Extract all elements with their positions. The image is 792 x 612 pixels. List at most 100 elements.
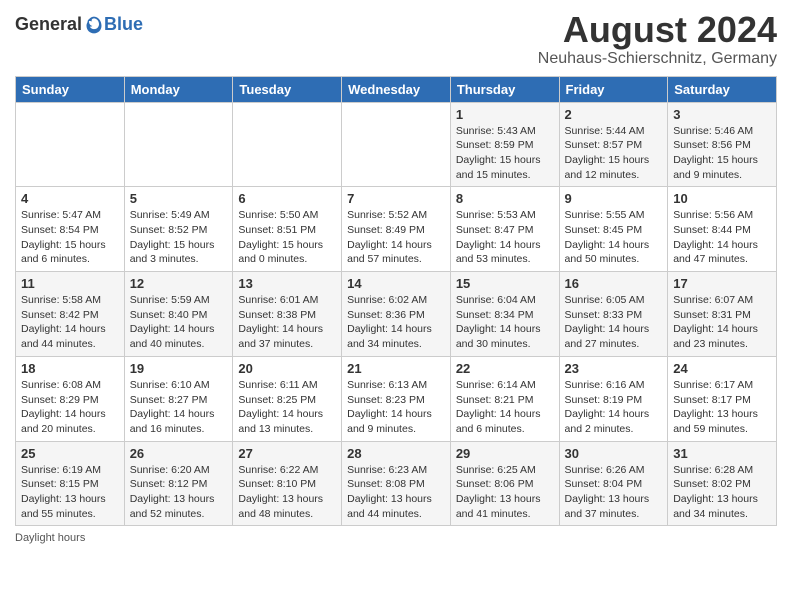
day-number: 22 — [456, 361, 554, 376]
calendar-week-row: 1 Sunrise: 5:43 AMSunset: 8:59 PMDaylight… — [16, 102, 777, 187]
day-info: Sunrise: 5:53 AMSunset: 8:47 PMDaylight:… — [456, 208, 554, 267]
calendar-cell: 27 Sunrise: 6:22 AMSunset: 8:10 PMDayligh… — [233, 441, 342, 526]
calendar-cell: 8 Sunrise: 5:53 AMSunset: 8:47 PMDaylight… — [450, 187, 559, 272]
calendar-cell — [124, 102, 233, 187]
day-info: Sunrise: 5:58 AMSunset: 8:42 PMDaylight:… — [21, 293, 119, 352]
footer-note: Daylight hours — [15, 532, 777, 544]
calendar-cell: 15 Sunrise: 6:04 AMSunset: 8:34 PMDayligh… — [450, 272, 559, 357]
day-info: Sunrise: 6:16 AMSunset: 8:19 PMDaylight:… — [565, 378, 663, 437]
day-number: 24 — [673, 361, 771, 376]
day-number: 27 — [238, 446, 336, 461]
day-number: 6 — [238, 191, 336, 206]
day-number: 13 — [238, 276, 336, 291]
calendar-cell: 19 Sunrise: 6:10 AMSunset: 8:27 PMDayligh… — [124, 356, 233, 441]
day-info: Sunrise: 6:13 AMSunset: 8:23 PMDaylight:… — [347, 378, 445, 437]
day-info: Sunrise: 5:56 AMSunset: 8:44 PMDaylight:… — [673, 208, 771, 267]
title-section: August 2024 Neuhaus-Schierschnitz, Germa… — [538, 10, 777, 68]
logo-blue-text: Blue — [104, 14, 143, 35]
day-info: Sunrise: 6:04 AMSunset: 8:34 PMDaylight:… — [456, 293, 554, 352]
calendar-cell — [233, 102, 342, 187]
calendar-cell: 1 Sunrise: 5:43 AMSunset: 8:59 PMDaylight… — [450, 102, 559, 187]
day-info: Sunrise: 6:19 AMSunset: 8:15 PMDaylight:… — [21, 463, 119, 522]
day-info: Sunrise: 6:17 AMSunset: 8:17 PMDaylight:… — [673, 378, 771, 437]
day-number: 9 — [565, 191, 663, 206]
calendar-cell: 26 Sunrise: 6:20 AMSunset: 8:12 PMDayligh… — [124, 441, 233, 526]
day-number: 30 — [565, 446, 663, 461]
logo-bird-icon — [84, 15, 104, 35]
calendar-cell: 13 Sunrise: 6:01 AMSunset: 8:38 PMDayligh… — [233, 272, 342, 357]
day-info: Sunrise: 6:11 AMSunset: 8:25 PMDaylight:… — [238, 378, 336, 437]
day-info: Sunrise: 5:52 AMSunset: 8:49 PMDaylight:… — [347, 208, 445, 267]
calendar-cell: 23Sunrise: 6:16 AMSunset: 8:19 PMDayligh… — [559, 356, 668, 441]
day-info: Sunrise: 5:50 AMSunset: 8:51 PMDaylight:… — [238, 208, 336, 267]
calendar-body: 1 Sunrise: 5:43 AMSunset: 8:59 PMDaylight… — [16, 102, 777, 526]
calendar-cell: 22Sunrise: 6:14 AMSunset: 8:21 PMDayligh… — [450, 356, 559, 441]
day-number: 8 — [456, 191, 554, 206]
calendar-cell: 10 Sunrise: 5:56 AMSunset: 8:44 PMDayligh… — [668, 187, 777, 272]
calendar-week-row: 11Sunrise: 5:58 AMSunset: 8:42 PMDayligh… — [16, 272, 777, 357]
day-info: Sunrise: 6:05 AMSunset: 8:33 PMDaylight:… — [565, 293, 663, 352]
day-info: Sunrise: 6:07 AMSunset: 8:31 PMDaylight:… — [673, 293, 771, 352]
day-info: Sunrise: 6:02 AMSunset: 8:36 PMDaylight:… — [347, 293, 445, 352]
calendar-cell: 5 Sunrise: 5:49 AMSunset: 8:52 PMDaylight… — [124, 187, 233, 272]
calendar-cell: 9 Sunrise: 5:55 AMSunset: 8:45 PMDaylight… — [559, 187, 668, 272]
calendar-day-header: Sunday — [16, 76, 125, 102]
day-number: 5 — [130, 191, 228, 206]
day-info: Sunrise: 6:20 AMSunset: 8:12 PMDaylight:… — [130, 463, 228, 522]
calendar-cell: 4Sunrise: 5:47 AMSunset: 8:54 PMDaylight… — [16, 187, 125, 272]
day-number: 17 — [673, 276, 771, 291]
calendar-day-header: Monday — [124, 76, 233, 102]
day-number: 26 — [130, 446, 228, 461]
logo-general-text: General — [15, 14, 82, 35]
day-number: 19 — [130, 361, 228, 376]
day-number: 2 — [565, 107, 663, 122]
calendar-cell: 7 Sunrise: 5:52 AMSunset: 8:49 PMDaylight… — [342, 187, 451, 272]
calendar-cell: 6 Sunrise: 5:50 AMSunset: 8:51 PMDaylight… — [233, 187, 342, 272]
calendar-cell: 18 Sunrise: 6:08 AMSunset: 8:29 PMDayligh… — [16, 356, 125, 441]
day-number: 18 — [21, 361, 119, 376]
calendar-cell — [342, 102, 451, 187]
calendar-week-row: 18 Sunrise: 6:08 AMSunset: 8:29 PMDayligh… — [16, 356, 777, 441]
day-info: Sunrise: 5:59 AMSunset: 8:40 PMDaylight:… — [130, 293, 228, 352]
calendar-cell: 16 Sunrise: 6:05 AMSunset: 8:33 PMDayligh… — [559, 272, 668, 357]
day-info: Sunrise: 6:10 AMSunset: 8:27 PMDaylight:… — [130, 378, 228, 437]
calendar-cell — [16, 102, 125, 187]
day-info: Sunrise: 5:55 AMSunset: 8:45 PMDaylight:… — [565, 208, 663, 267]
day-number: 15 — [456, 276, 554, 291]
page-header: General Blue August 2024 Neuhaus-Schiers… — [15, 10, 777, 68]
calendar-day-header: Friday — [559, 76, 668, 102]
day-number: 1 — [456, 107, 554, 122]
calendar-cell: 17 Sunrise: 6:07 AMSunset: 8:31 PMDayligh… — [668, 272, 777, 357]
calendar-cell: 28Sunrise: 6:23 AMSunset: 8:08 PMDayligh… — [342, 441, 451, 526]
calendar-day-header: Thursday — [450, 76, 559, 102]
day-info: Sunrise: 5:46 AMSunset: 8:56 PMDaylight:… — [673, 124, 771, 183]
day-number: 16 — [565, 276, 663, 291]
day-number: 31 — [673, 446, 771, 461]
calendar-cell: 24 Sunrise: 6:17 AMSunset: 8:17 PMDayligh… — [668, 356, 777, 441]
calendar-table: SundayMondayTuesdayWednesdayThursdayFrid… — [15, 76, 777, 527]
calendar-cell: 29Sunrise: 6:25 AMSunset: 8:06 PMDayligh… — [450, 441, 559, 526]
day-number: 14 — [347, 276, 445, 291]
calendar-week-row: 25 Sunrise: 6:19 AMSunset: 8:15 PMDayligh… — [16, 441, 777, 526]
logo: General Blue — [15, 14, 143, 35]
day-number: 10 — [673, 191, 771, 206]
day-info: Sunrise: 5:43 AMSunset: 8:59 PMDaylight:… — [456, 124, 554, 183]
day-number: 12 — [130, 276, 228, 291]
day-info: Sunrise: 6:01 AMSunset: 8:38 PMDaylight:… — [238, 293, 336, 352]
day-info: Sunrise: 6:22 AMSunset: 8:10 PMDaylight:… — [238, 463, 336, 522]
day-number: 7 — [347, 191, 445, 206]
calendar-cell: 12 Sunrise: 5:59 AMSunset: 8:40 PMDayligh… — [124, 272, 233, 357]
calendar-cell: 25 Sunrise: 6:19 AMSunset: 8:15 PMDayligh… — [16, 441, 125, 526]
day-number: 25 — [21, 446, 119, 461]
calendar-cell: 30 Sunrise: 6:26 AMSunset: 8:04 PMDayligh… — [559, 441, 668, 526]
day-number: 28 — [347, 446, 445, 461]
calendar-cell: 2 Sunrise: 5:44 AMSunset: 8:57 PMDaylight… — [559, 102, 668, 187]
day-info: Sunrise: 5:47 AMSunset: 8:54 PMDaylight:… — [21, 208, 119, 267]
day-info: Sunrise: 6:26 AMSunset: 8:04 PMDaylight:… — [565, 463, 663, 522]
day-info: Sunrise: 5:44 AMSunset: 8:57 PMDaylight:… — [565, 124, 663, 183]
calendar-day-header: Saturday — [668, 76, 777, 102]
day-info: Sunrise: 6:08 AMSunset: 8:29 PMDaylight:… — [21, 378, 119, 437]
day-info: Sunrise: 5:49 AMSunset: 8:52 PMDaylight:… — [130, 208, 228, 267]
subtitle: Neuhaus-Schierschnitz, Germany — [538, 50, 777, 68]
day-number: 20 — [238, 361, 336, 376]
